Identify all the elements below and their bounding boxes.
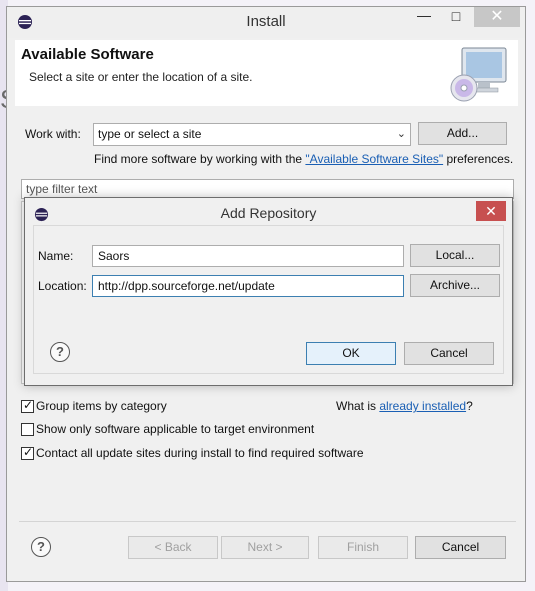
available-software-sites-link[interactable]: "Available Software Sites" xyxy=(305,152,443,166)
cancel-button[interactable]: Cancel xyxy=(415,536,506,559)
local-button[interactable]: Local... xyxy=(410,244,500,267)
dialog-close-icon[interactable]: ✕ xyxy=(476,201,506,221)
work-with-label: Work with: xyxy=(25,127,81,141)
ok-button[interactable]: OK xyxy=(306,342,396,365)
location-label: Location: xyxy=(38,279,87,293)
contact-all-sites-checkbox[interactable] xyxy=(21,445,34,460)
add-site-button[interactable]: Add... xyxy=(418,122,507,145)
page-subtitle: Select a site or enter the location of a… xyxy=(29,70,253,84)
add-repository-dialog: Add Repository ✕ Name: Saors Local... Lo… xyxy=(24,197,513,386)
page-title: Available Software xyxy=(21,46,154,63)
already-installed-text: What is already installed? xyxy=(336,399,473,413)
next-button[interactable]: Next > xyxy=(221,536,309,559)
more-software-text: Find more software by working with the "… xyxy=(94,152,513,166)
work-with-combo[interactable]: type or select a site ⌄ xyxy=(93,123,411,146)
contact-all-sites-label: Contact all update sites during install … xyxy=(36,446,364,460)
install-banner-icon xyxy=(450,47,507,102)
dialog-help-icon[interactable]: ? xyxy=(50,342,70,362)
what-is-prefix: What is xyxy=(336,399,380,413)
archive-button[interactable]: Archive... xyxy=(410,274,500,297)
filter-input[interactable]: type filter text xyxy=(21,179,514,199)
maximize-icon[interactable]: □ xyxy=(441,8,471,30)
location-input[interactable]: http://dpp.sourceforge.net/update xyxy=(92,275,404,297)
what-is-suffix: ? xyxy=(466,399,473,413)
name-label: Name: xyxy=(38,249,74,263)
minimize-icon[interactable]: — xyxy=(409,7,439,29)
group-by-category-label: Group items by category xyxy=(36,399,167,413)
dialog-title: Add Repository xyxy=(220,205,317,221)
show-only-applicable-label: Show only software applicable to target … xyxy=(36,422,315,436)
help-icon[interactable]: ? xyxy=(31,537,51,557)
more-software-prefix: Find more software by working with the xyxy=(94,152,306,166)
close-icon[interactable]: ✕ xyxy=(474,7,520,27)
already-installed-link[interactable]: already installed xyxy=(379,399,466,413)
title-bar: Install — □ ✕ xyxy=(7,7,525,38)
show-only-applicable-checkbox[interactable] xyxy=(21,423,34,436)
work-with-value: type or select a site xyxy=(98,127,202,141)
back-button[interactable]: < Back xyxy=(128,536,218,559)
name-input[interactable]: Saors xyxy=(92,245,404,267)
finish-button[interactable]: Finish xyxy=(318,536,408,559)
dialog-cancel-button[interactable]: Cancel xyxy=(404,342,494,365)
group-by-category-checkbox[interactable] xyxy=(21,398,34,413)
chevron-down-icon[interactable]: ⌄ xyxy=(397,124,406,145)
more-software-suffix: preferences. xyxy=(443,152,514,166)
footer-divider xyxy=(19,521,516,522)
dialog-content: Name: Saors Local... Location: http://dp… xyxy=(33,225,504,374)
wizard-header: Available Software Select a site or ente… xyxy=(15,40,518,106)
